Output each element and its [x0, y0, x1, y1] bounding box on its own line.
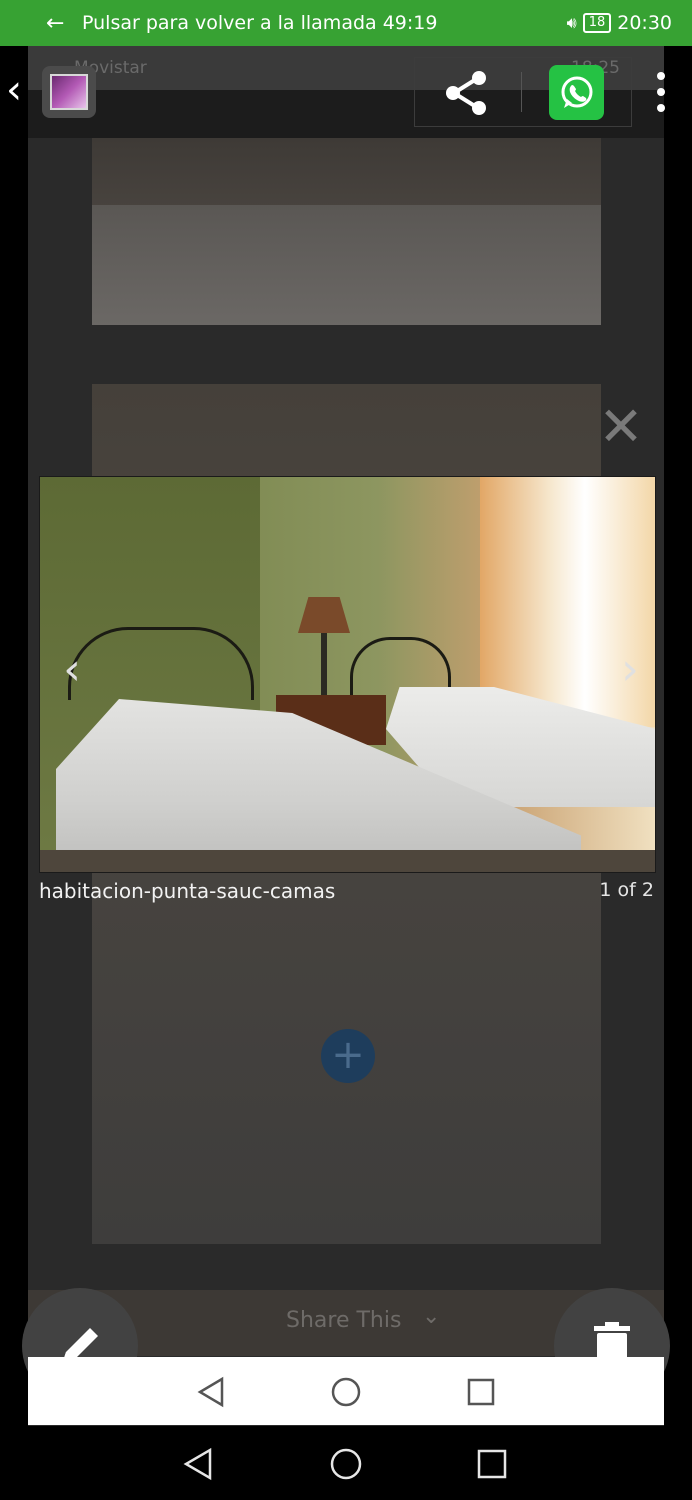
home-circle-icon[interactable]	[328, 1446, 364, 1482]
call-banner-text: Pulsar para volver a la llamada 49:19	[82, 12, 438, 34]
status-time: 20:30	[617, 12, 672, 34]
volume-icon: 🔊︎	[566, 13, 577, 32]
status-icons: 🔊︎ 18 20:30	[567, 0, 672, 46]
ongoing-call-banner[interactable]: ← Pulsar para volver a la llamada 49:19 …	[0, 0, 692, 46]
more-vert-icon[interactable]	[648, 68, 674, 116]
headboard-left	[68, 627, 254, 700]
inner-navigation-bar	[28, 1357, 664, 1425]
home-circle-icon[interactable]	[329, 1375, 363, 1409]
lightbox-photo	[39, 476, 656, 873]
back-icon[interactable]: ‹	[6, 70, 40, 110]
add-icon[interactable]: +	[321, 1029, 375, 1083]
share-this-label[interactable]: Share This	[286, 1308, 401, 1333]
call-back-arrow-icon: ←	[46, 10, 65, 36]
system-navigation-bar	[0, 1426, 692, 1500]
whatsapp-icon[interactable]	[549, 65, 604, 120]
image-counter: 1 of 2	[599, 879, 654, 901]
underlying-photo-top	[92, 138, 601, 325]
image-caption: habitacion-punta-sauc-camas	[39, 879, 336, 903]
gallery-thumbnail[interactable]	[42, 66, 96, 118]
toolbar-divider	[521, 72, 522, 112]
headboard-right	[350, 637, 451, 695]
prev-arrow-icon[interactable]: ‹	[52, 646, 92, 694]
lamp	[298, 597, 350, 633]
back-triangle-icon[interactable]	[180, 1446, 216, 1482]
share-icon[interactable]	[428, 64, 506, 122]
back-triangle-icon[interactable]	[194, 1375, 228, 1409]
recents-square-icon[interactable]	[464, 1375, 498, 1409]
close-icon[interactable]: ✕	[596, 400, 646, 454]
viewer-toolbar: ‹	[0, 46, 692, 138]
recents-square-icon[interactable]	[474, 1446, 510, 1482]
image-viewer: Movistar 18:25 ✕ + Share This ⌄ ‹ › habi…	[28, 46, 664, 1426]
chevron-down-icon[interactable]: ⌄	[422, 1304, 440, 1329]
next-arrow-icon[interactable]: ›	[610, 646, 650, 694]
battery-icon: 18	[582, 13, 612, 33]
